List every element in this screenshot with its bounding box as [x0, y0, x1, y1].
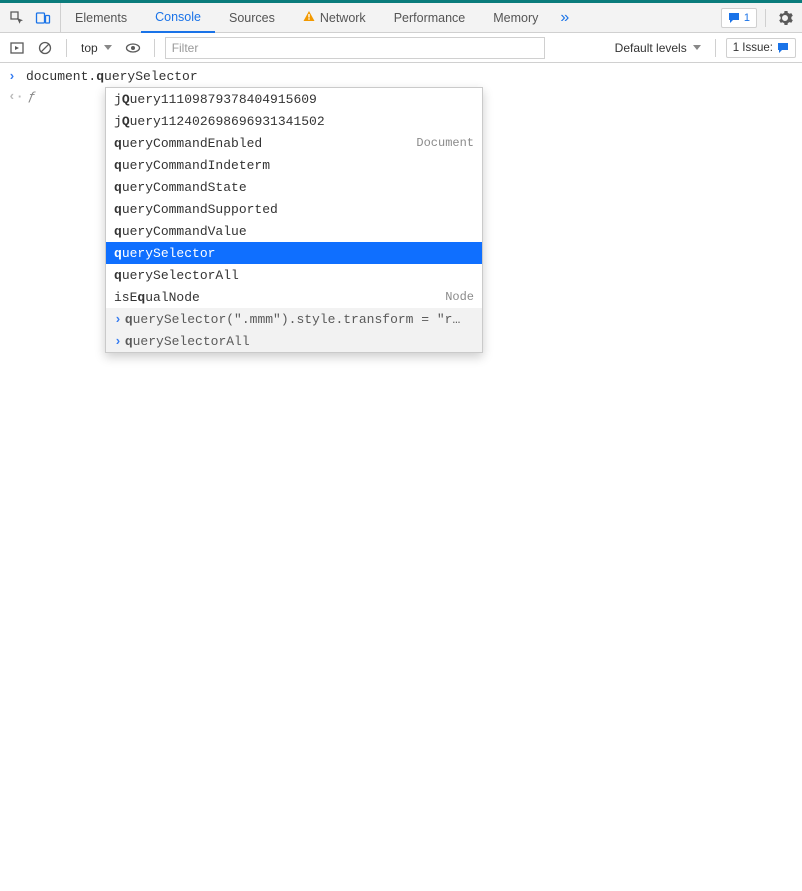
toggle-sidebar-icon[interactable]: [6, 37, 28, 59]
autocomplete-item[interactable]: queryCommandEnabledDocument: [106, 132, 482, 154]
autocomplete-item[interactable]: querySelectorAll: [106, 264, 482, 286]
errors-count: 1: [744, 12, 750, 24]
tab-console[interactable]: Console: [141, 4, 215, 33]
eager-eval-text: ƒ: [28, 89, 36, 104]
settings-icon[interactable]: [774, 7, 796, 29]
message-icon: [777, 42, 789, 54]
dropdown-icon: [693, 45, 701, 50]
console-toolbar: top Default levels 1 Issue:: [0, 33, 802, 63]
context-label: top: [81, 41, 98, 55]
autocomplete-item[interactable]: ›querySelectorAll: [106, 330, 482, 352]
issues-label: 1 Issue:: [733, 42, 773, 54]
divider: [765, 9, 766, 27]
console-body: › document.querySelector ‹· ƒ jQuery1110…: [0, 63, 802, 111]
prompt-icon: ›: [8, 69, 26, 84]
divider: [154, 39, 155, 57]
filter-input[interactable]: [165, 37, 545, 59]
log-levels-select[interactable]: Default levels: [611, 41, 705, 55]
inspect-group: [0, 3, 61, 32]
console-prompt-line[interactable]: › document.querySelector: [0, 67, 802, 87]
divider: [715, 39, 716, 57]
tab-strip-right: 1: [715, 3, 802, 32]
tab-network-label: Network: [320, 11, 366, 25]
live-expression-icon[interactable]: [122, 37, 144, 59]
autocomplete-item[interactable]: queryCommandValue: [106, 220, 482, 242]
tabs: Elements Console Sources Network Perform…: [61, 3, 577, 32]
execution-context-select[interactable]: top: [77, 41, 116, 55]
autocomplete-item[interactable]: jQuery11109879378404915609: [106, 88, 482, 110]
autocomplete-item[interactable]: ›querySelector(".mmm").style.transform =…: [106, 308, 482, 330]
autocomplete-item[interactable]: queryCommandSupported: [106, 198, 482, 220]
autocomplete-item[interactable]: queryCommandIndeterm: [106, 154, 482, 176]
tab-network[interactable]: Network: [289, 3, 380, 32]
errors-badge[interactable]: 1: [721, 8, 757, 28]
autocomplete-popup: jQuery11109879378404915609jQuery11240269…: [105, 87, 483, 353]
clear-console-icon[interactable]: [34, 37, 56, 59]
console-input-text: document.querySelector: [26, 69, 198, 84]
eager-result-icon: ‹·: [8, 89, 26, 104]
dropdown-icon: [104, 45, 112, 50]
autocomplete-item[interactable]: querySelector: [106, 242, 482, 264]
autocomplete-item[interactable]: jQuery112402698696931341502: [106, 110, 482, 132]
levels-label: Default levels: [615, 41, 687, 55]
devtools-tab-strip: Elements Console Sources Network Perform…: [0, 3, 802, 33]
autocomplete-item[interactable]: queryCommandState: [106, 176, 482, 198]
message-icon: [728, 12, 740, 24]
autocomplete-item[interactable]: isEqualNodeNode: [106, 286, 482, 308]
inspect-element-icon[interactable]: [6, 7, 28, 29]
tab-memory[interactable]: Memory: [479, 3, 552, 32]
warning-icon: [303, 10, 315, 25]
tab-sources[interactable]: Sources: [215, 3, 289, 32]
issues-button[interactable]: 1 Issue:: [726, 38, 796, 58]
tabs-overflow-icon[interactable]: »: [552, 9, 577, 27]
divider: [66, 39, 67, 57]
device-toolbar-icon[interactable]: [32, 7, 54, 29]
tab-elements[interactable]: Elements: [61, 3, 141, 32]
tab-performance[interactable]: Performance: [380, 3, 480, 32]
